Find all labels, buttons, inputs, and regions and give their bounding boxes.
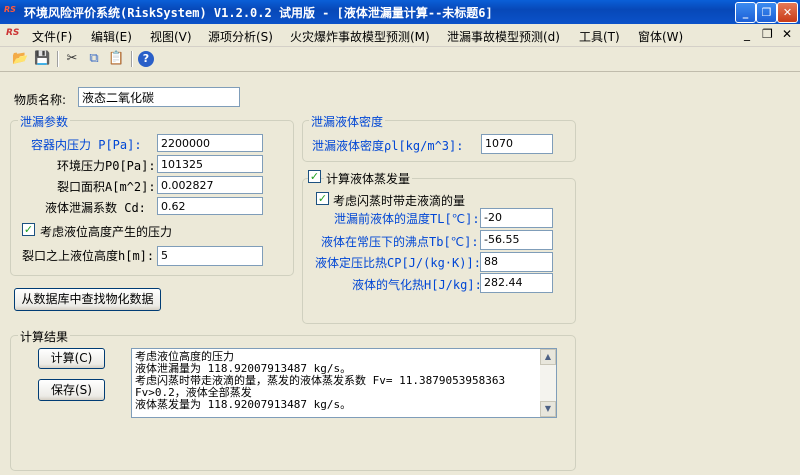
minimize-button[interactable]: _ xyxy=(735,2,756,23)
boiling-point-input[interactable]: -56.55 xyxy=(480,230,553,250)
calculate-button[interactable]: 计算(C) xyxy=(38,348,105,369)
temp-before-input[interactable]: -20 xyxy=(480,208,553,228)
temp-before-label: 泄漏前液体的温度TL[℃]: xyxy=(334,212,480,226)
flash-label: 考虑闪蒸时带走液滴的量 xyxy=(333,194,466,208)
restore-button[interactable]: ❐ xyxy=(756,2,777,23)
crack-area-input[interactable]: 0.002827 xyxy=(157,176,263,194)
app-icon: RS xyxy=(4,5,16,14)
vaporization-heat-label: 液体的气化热H[J/kg]: xyxy=(352,278,482,292)
menu-window[interactable]: 窗体(W) xyxy=(638,28,683,45)
liquid-height-input[interactable]: 5 xyxy=(157,246,263,266)
mdi-minimize-icon[interactable]: _ xyxy=(744,27,750,41)
mdi-child-icon[interactable]: RS xyxy=(6,28,19,38)
menu-file[interactable]: 文件(F) xyxy=(32,28,72,45)
evaporation-label: 计算液体蒸发量 xyxy=(324,170,413,187)
save-result-button[interactable]: 保存(S) xyxy=(38,379,105,401)
evaporation-checkbox[interactable]: ✓ xyxy=(308,170,321,183)
leak-coefficient-input[interactable]: 0.62 xyxy=(157,197,263,215)
container-pressure-input[interactable]: 2200000 xyxy=(157,134,263,152)
result-scrollbar[interactable]: ▲ ▼ xyxy=(540,349,556,417)
cut-icon[interactable]: ✂ xyxy=(64,51,80,67)
window-title: 环境风险评价系统(RiskSystem) V1.2.0.2 试用版 - [液体泄… xyxy=(24,6,493,20)
save-icon[interactable]: 💾 xyxy=(34,51,50,67)
density-label: 泄漏液体密度ρl[kg/m^3]: xyxy=(312,139,464,153)
scroll-up-icon[interactable]: ▲ xyxy=(540,349,556,365)
main-form: 物质名称: 液态二氧化碳 泄漏参数 容器内压力 P[Pa]: 2200000 环… xyxy=(0,72,800,475)
toolbar-separator xyxy=(57,51,59,67)
title-bar: RS 环境风险评价系统(RiskSystem) V1.2.0.2 试用版 - [… xyxy=(0,0,800,24)
lookup-database-button[interactable]: 从数据库中查找物化数据 xyxy=(14,288,161,311)
close-button[interactable]: ✕ xyxy=(777,2,798,23)
menu-fire-explosion[interactable]: 火灾爆炸事故模型预测(M) xyxy=(290,28,430,45)
menu-bar: RS 文件(F) 编辑(E) 视图(V) 源项分析(S) 火灾爆炸事故模型预测(… xyxy=(0,24,800,47)
menu-tools[interactable]: 工具(T) xyxy=(579,28,620,45)
specific-heat-label: 液体定压比热CP[J/(kg·K)]: xyxy=(315,256,481,270)
copy-icon[interactable]: ⧉ xyxy=(86,51,102,67)
menu-leak-prediction[interactable]: 泄漏事故模型预测(d) xyxy=(447,28,560,45)
mdi-close-icon[interactable]: ✕ xyxy=(782,27,792,41)
flash-checkbox[interactable]: ✓ xyxy=(316,192,329,205)
substance-name-input[interactable]: 液态二氧化碳 xyxy=(78,87,240,107)
toolbar-separator xyxy=(131,51,133,67)
specific-heat-input[interactable]: 88 xyxy=(480,252,553,272)
menu-view[interactable]: 视图(V) xyxy=(150,28,192,45)
menu-edit[interactable]: 编辑(E) xyxy=(91,28,132,45)
mdi-restore-icon[interactable]: ❐ xyxy=(762,27,773,41)
ambient-pressure-label: 环境压力P0[Pa]: xyxy=(57,159,156,173)
density-input[interactable]: 1070 xyxy=(481,134,553,154)
scroll-down-icon[interactable]: ▼ xyxy=(540,401,556,417)
toolbar: 📂 💾 ✂ ⧉ 📋 ? xyxy=(0,47,800,72)
leak-coefficient-label: 液体泄漏系数 Cd: xyxy=(45,201,146,215)
consider-height-checkbox[interactable]: ✓ xyxy=(22,223,35,236)
liquid-height-label: 裂口之上液位高度h[m]: xyxy=(22,249,155,263)
result-textarea[interactable]: 考虑液位高度的压力 液体泄漏量为 118.92007913487 kg/s。 考… xyxy=(131,348,557,418)
help-icon[interactable]: ? xyxy=(138,51,154,67)
boiling-point-label: 液体在常压下的沸点Tb[℃]: xyxy=(321,235,479,249)
vaporization-heat-input[interactable]: 282.44 xyxy=(480,273,553,293)
crack-area-label: 裂口面积A[m^2]: xyxy=(57,180,156,194)
substance-label: 物质名称: xyxy=(14,93,67,107)
ambient-pressure-input[interactable]: 101325 xyxy=(157,155,263,173)
menu-source-analysis[interactable]: 源项分析(S) xyxy=(208,28,273,45)
result-line: 液体蒸发量为 118.92007913487 kg/s。 xyxy=(135,398,352,411)
leak-params-title: 泄漏参数 xyxy=(18,113,71,130)
container-pressure-label: 容器内压力 P[Pa]: xyxy=(31,138,142,152)
results-title: 计算结果 xyxy=(18,328,71,345)
open-folder-icon[interactable]: 📂 xyxy=(12,51,28,67)
density-group-title: 泄漏液体密度 xyxy=(309,113,386,130)
consider-height-label: 考虑液位高度产生的压力 xyxy=(40,225,173,239)
paste-icon[interactable]: 📋 xyxy=(108,51,124,67)
